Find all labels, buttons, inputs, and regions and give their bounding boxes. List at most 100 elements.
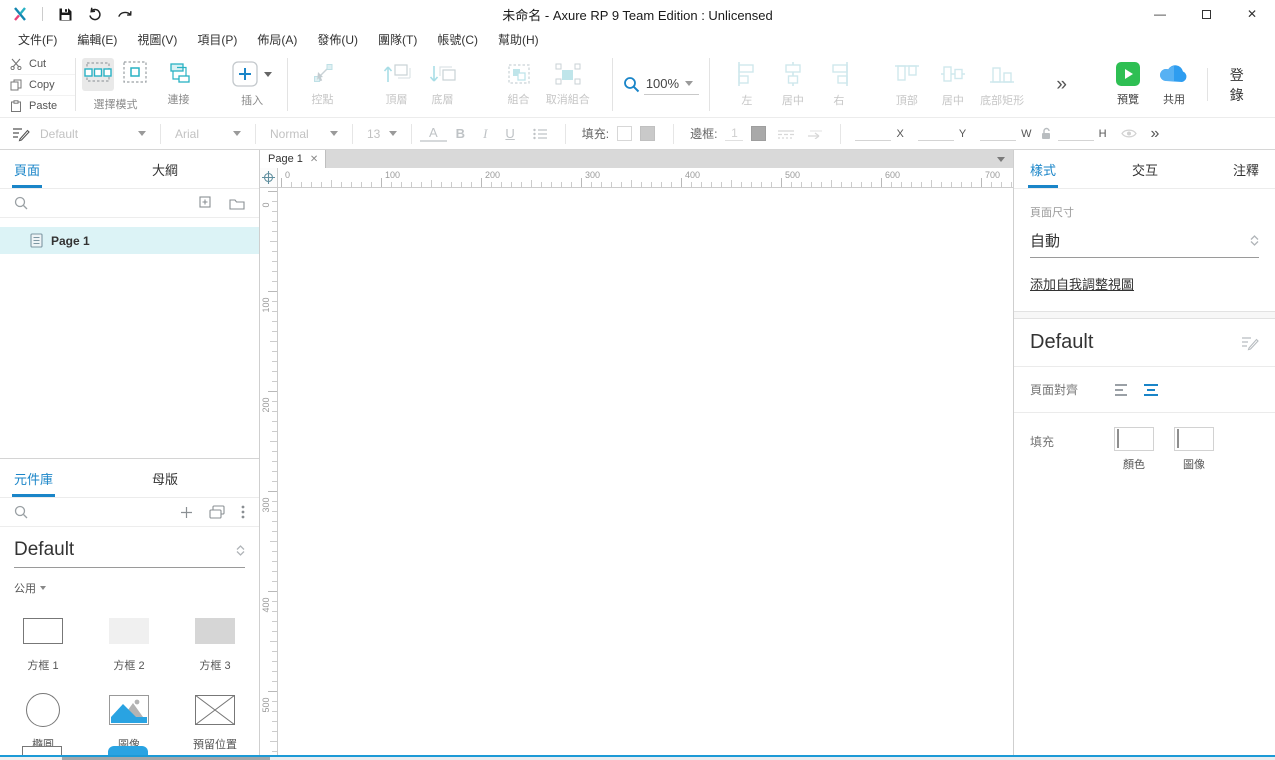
page-fill-color-swatch[interactable]: 顏色 xyxy=(1114,427,1154,472)
minimize-button[interactable]: — xyxy=(1137,0,1183,28)
w-field[interactable]: W xyxy=(980,127,1039,141)
widget-box1[interactable]: 方框 1 xyxy=(0,606,86,683)
insert-dropdown-caret[interactable] xyxy=(264,72,272,77)
tab-notes[interactable]: 注釋 xyxy=(1233,160,1259,188)
widget-image[interactable]: 圖像 xyxy=(86,685,172,755)
menu-item[interactable]: 編輯(E) xyxy=(67,28,127,52)
stylebar-overflow-chevrons-icon[interactable]: » xyxy=(1143,125,1166,143)
italic-button[interactable]: I xyxy=(474,126,496,142)
h-field[interactable]: H xyxy=(1058,127,1115,141)
widget-ellipse[interactable]: 橢圓 xyxy=(0,685,86,755)
point-mode-button[interactable]: 控點 xyxy=(300,52,346,117)
widget-primary-button-partial[interactable] xyxy=(108,746,148,755)
tab-style[interactable]: 樣式 xyxy=(1030,160,1056,188)
library-section-common[interactable]: 公用 xyxy=(0,568,259,602)
border-color-swatch[interactable] xyxy=(751,126,766,141)
cut-button[interactable]: Cut xyxy=(10,53,75,74)
align-top-button[interactable]: 頂部 xyxy=(884,52,930,117)
menu-item[interactable]: 視圖(V) xyxy=(127,28,187,52)
style-edit-icon[interactable] xyxy=(12,126,30,142)
ungroup-button[interactable]: 取消組合 xyxy=(542,52,594,117)
insert-button[interactable]: 插入 xyxy=(228,52,277,117)
manage-libraries-icon[interactable] xyxy=(209,505,225,519)
widget-style-select[interactable]: Default xyxy=(34,127,152,141)
connect-button[interactable]: 連接 xyxy=(156,52,202,117)
document-tab-close-icon[interactable]: ✕ xyxy=(310,154,318,165)
redo-icon[interactable] xyxy=(117,6,133,22)
save-icon[interactable] xyxy=(57,6,73,22)
menu-item[interactable]: 發佈(U) xyxy=(307,28,368,52)
x-field[interactable]: X xyxy=(855,127,911,141)
font-size-select[interactable]: 13 xyxy=(361,127,403,141)
add-adaptive-views-link[interactable]: 添加自我調整視圖 xyxy=(1030,274,1134,293)
menu-item[interactable]: 帳號(C) xyxy=(427,28,488,52)
widget-button-partial[interactable] xyxy=(22,746,62,755)
widget-box3[interactable]: 方框 3 xyxy=(172,606,258,683)
menu-item[interactable]: 幫助(H) xyxy=(488,28,549,52)
document-tab-page1[interactable]: Page 1 ✕ xyxy=(260,150,326,168)
select-mode-button[interactable]: 選擇模式 xyxy=(76,52,156,117)
font-family-select[interactable]: Arial xyxy=(169,127,247,141)
align-middle-button[interactable]: 居中 xyxy=(930,52,976,117)
search-icon[interactable] xyxy=(14,196,28,210)
arrow-style-icon[interactable] xyxy=(806,129,824,139)
add-folder-icon[interactable] xyxy=(229,197,245,210)
tab-list-dropdown[interactable] xyxy=(997,150,1005,168)
page-fill-image-swatch[interactable]: 圖像 xyxy=(1174,427,1214,472)
zoom-caret[interactable] xyxy=(685,81,693,86)
tab-libraries[interactable]: 元件庫 xyxy=(14,469,53,497)
menu-item[interactable]: 文件(F) xyxy=(8,28,67,52)
close-button[interactable]: ✕ xyxy=(1229,0,1275,28)
lock-ratio-icon[interactable] xyxy=(1040,127,1052,140)
ruler-origin-crosshair-icon[interactable] xyxy=(260,168,278,188)
fill-gradient-swatch[interactable] xyxy=(640,126,655,141)
align-left-button[interactable]: 左 xyxy=(724,52,770,117)
tab-interactions[interactable]: 交互 xyxy=(1132,160,1158,188)
preview-button[interactable]: 預覽 xyxy=(1105,52,1151,117)
add-library-icon[interactable] xyxy=(180,506,193,519)
group-button[interactable]: 組合 xyxy=(496,52,542,117)
tab-masters[interactable]: 母版 xyxy=(152,469,178,497)
toolbar-overflow-chevrons-icon[interactable]: » xyxy=(1044,74,1077,96)
visibility-eye-icon[interactable] xyxy=(1121,128,1137,139)
undo-icon[interactable] xyxy=(87,6,103,22)
border-width-value[interactable]: 1 xyxy=(725,126,743,141)
copy-button[interactable]: Copy xyxy=(10,74,75,95)
kebab-menu-icon[interactable] xyxy=(241,505,245,519)
menu-item[interactable]: 項目(P) xyxy=(187,28,247,52)
edit-style-icon[interactable] xyxy=(1241,335,1259,351)
select-intersect-icon[interactable] xyxy=(82,58,114,91)
font-color-button[interactable]: A xyxy=(420,125,447,142)
share-button[interactable]: 共用 xyxy=(1151,52,1197,117)
zoom-control[interactable]: 100% xyxy=(613,52,709,117)
align-right-button[interactable]: 右 xyxy=(816,52,862,117)
tab-pages[interactable]: 頁面 xyxy=(14,160,40,188)
widget-placeholder[interactable]: 預留位置 xyxy=(172,685,258,755)
page-tree-item-page1[interactable]: Page 1 xyxy=(0,227,259,254)
send-to-back-button[interactable]: 底層 xyxy=(420,52,466,117)
border-style-icon[interactable] xyxy=(777,129,795,139)
underline-button[interactable]: U xyxy=(496,126,523,141)
menu-item[interactable]: 佈局(A) xyxy=(247,28,307,52)
bring-to-front-button[interactable]: 頂層 xyxy=(374,52,420,117)
y-field[interactable]: Y xyxy=(918,127,974,141)
search-icon[interactable] xyxy=(14,505,28,519)
menu-item[interactable]: 團隊(T) xyxy=(368,28,427,52)
add-page-icon[interactable] xyxy=(199,196,213,210)
maximize-button[interactable] xyxy=(1183,0,1229,28)
page-size-select[interactable]: 自動 xyxy=(1030,230,1259,258)
page-align-center-icon[interactable] xyxy=(1142,383,1160,397)
font-weight-select[interactable]: Normal xyxy=(264,127,344,141)
login-button[interactable]: 登錄 xyxy=(1208,65,1275,105)
page-canvas[interactable] xyxy=(278,188,1013,755)
align-center-button[interactable]: 居中 xyxy=(770,52,816,117)
fill-color-swatch[interactable] xyxy=(617,126,632,141)
page-align-left-icon[interactable] xyxy=(1114,383,1132,397)
library-select[interactable]: Default xyxy=(14,539,245,568)
select-contain-icon[interactable] xyxy=(120,58,150,91)
tab-outline[interactable]: 大綱 xyxy=(152,160,178,188)
bullet-list-icon[interactable] xyxy=(533,128,548,140)
bold-button[interactable]: B xyxy=(447,126,474,141)
align-bottom-button[interactable]: 底部矩形 xyxy=(976,52,1028,117)
widget-box2[interactable]: 方框 2 xyxy=(86,606,172,683)
